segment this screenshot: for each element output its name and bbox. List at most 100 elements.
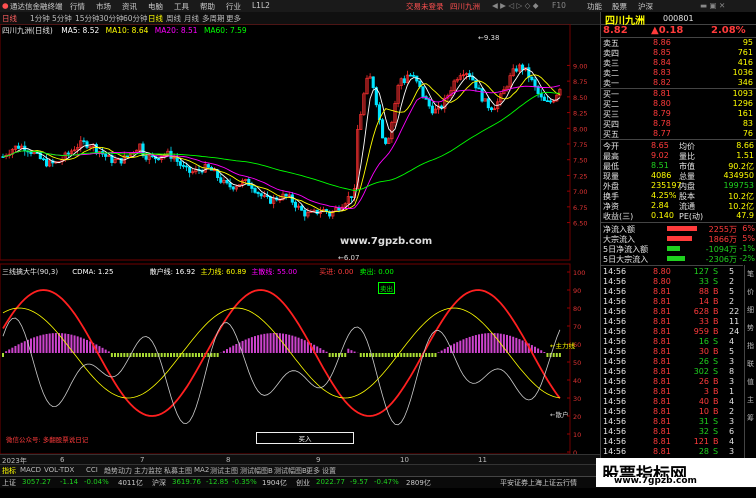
tab-ma2[interactable]: MA2 xyxy=(194,466,209,474)
menu-item-help[interactable]: 帮助 xyxy=(200,1,215,12)
ask-row[interactable]: 卖五 8.86 95 xyxy=(601,38,756,48)
tick-row: 14:56 8.81 10 B 2 xyxy=(601,407,743,417)
candle-body xyxy=(304,210,306,216)
period-day[interactable]: 日线 xyxy=(148,13,163,24)
candle-body xyxy=(546,101,548,102)
book-vol: 761 xyxy=(738,48,753,57)
period-day-back[interactable]: 日线 xyxy=(2,13,17,24)
ind-bar-pos xyxy=(108,351,110,353)
tick-time: 14:56 xyxy=(603,327,626,336)
tab-test-b1[interactable]: 测试幅图B xyxy=(240,466,273,476)
period-1min[interactable]: 1分钟 xyxy=(30,13,50,24)
tick-list[interactable]: 14:56 8.80 127 S 514:56 8.80 33 S 214:56… xyxy=(601,265,743,466)
bid-row[interactable]: 买一 8.81 1093 xyxy=(601,89,756,99)
stat-value-1: 235197 xyxy=(651,181,682,190)
ind-bar-neg xyxy=(431,353,433,357)
tick-tab[interactable]: 细 xyxy=(747,305,754,315)
period-60min[interactable]: 60分钟 xyxy=(123,13,148,24)
tick-time: 14:56 xyxy=(603,347,626,356)
menu-item-market[interactable]: 行情 xyxy=(70,1,85,12)
tick-tab[interactable]: 值 xyxy=(747,377,754,387)
tab-test-main[interactable]: 测试主图 xyxy=(210,466,238,476)
book-vol: 95 xyxy=(743,38,753,47)
period-multi[interactable]: 多周期 xyxy=(202,13,225,24)
top-right-stock[interactable]: 股票 xyxy=(612,1,627,12)
tick-tab[interactable]: 主 xyxy=(747,395,754,405)
login-status[interactable]: 交易未登录 xyxy=(406,1,444,12)
top-right-hs[interactable]: 沪深 xyxy=(638,1,653,12)
tick-price: 8.81 xyxy=(653,407,671,416)
window-controls-icon[interactable]: ▬ ▣ ✕ xyxy=(700,1,725,10)
f10-icon[interactable]: F10 xyxy=(552,1,566,10)
tick-tab[interactable]: 联 xyxy=(747,359,754,369)
tick-price: 8.81 xyxy=(653,297,671,306)
tick-side: S xyxy=(713,417,718,426)
tab-private[interactable]: 私募主图 xyxy=(164,466,192,476)
period-week[interactable]: 周线 xyxy=(166,13,181,24)
tab-settings[interactable]: 设置 xyxy=(322,466,336,476)
candle-body xyxy=(549,101,551,102)
tab-main-monitor[interactable]: 主力监控 xyxy=(134,466,162,476)
ind-bar-pos xyxy=(273,333,275,353)
candle-body xyxy=(251,185,253,188)
bid-row[interactable]: 买五 8.77 76 xyxy=(601,129,756,139)
nav-arrows-icon[interactable]: ◀ ▶ ◁ ▷ ◇ ◆ xyxy=(492,1,539,10)
period-5min[interactable]: 5分钟 xyxy=(52,13,72,24)
indicator-name[interactable]: 三线擒大牛(90,3) xyxy=(2,268,58,276)
tick-tab[interactable]: 势 xyxy=(747,323,754,333)
bid-row[interactable]: 买三 8.79 161 xyxy=(601,109,756,119)
price-axis-label: 7.25 xyxy=(573,172,587,180)
tick-count: 2 xyxy=(729,277,734,286)
period-30min[interactable]: 30分钟 xyxy=(99,13,124,24)
tick-price: 8.81 xyxy=(653,447,671,456)
chart-area[interactable]: 9.008.758.508.258.007.757.507.257.006.75… xyxy=(0,24,600,476)
menu-item-tools[interactable]: 工具 xyxy=(174,1,189,12)
ask-row[interactable]: 卖四 8.85 761 xyxy=(601,48,756,58)
ask-row[interactable]: 卖一 8.82 346 xyxy=(601,78,756,88)
menu-item-industry[interactable]: 行业 xyxy=(226,1,241,12)
tick-price: 8.81 xyxy=(653,417,671,426)
bid-row[interactable]: 买二 8.80 1296 xyxy=(601,99,756,109)
stat-value-2: 199753 xyxy=(723,181,754,190)
menu-item-exchange[interactable]: 市场 xyxy=(96,1,111,12)
ask-row[interactable]: 卖三 8.84 416 xyxy=(601,58,756,68)
book-price: 8.82 xyxy=(653,78,671,87)
tick-tab[interactable]: 筹 xyxy=(747,413,754,423)
menu-item-news[interactable]: 资讯 xyxy=(122,1,137,12)
menu-item-pc[interactable]: 电脑 xyxy=(148,1,163,12)
indicator-frame xyxy=(0,264,570,454)
ind-bar-pos xyxy=(14,346,16,353)
tick-side: B xyxy=(713,377,719,386)
bid-row[interactable]: 买四 8.78 83 xyxy=(601,119,756,129)
ind-bar-pos xyxy=(487,333,489,353)
ind-bar-pos xyxy=(36,336,38,353)
ask-row[interactable]: 卖二 8.83 1036 xyxy=(601,68,756,78)
tab-macd[interactable]: MACD xyxy=(20,466,41,474)
tick-vol: 30 xyxy=(685,347,709,356)
tab-indicator[interactable]: 指标 xyxy=(2,466,16,476)
candle-body xyxy=(403,79,405,83)
period-more[interactable]: 更多 xyxy=(226,13,241,24)
ind-bar-pos xyxy=(229,347,231,353)
candle-body xyxy=(83,141,85,142)
tick-tab[interactable]: 价 xyxy=(747,287,754,297)
tab-test-b2[interactable]: 测试幅图B xyxy=(274,466,307,476)
tick-tab[interactable]: 指 xyxy=(747,341,754,351)
candle-body xyxy=(176,158,178,162)
tab-cci[interactable]: CCI xyxy=(86,466,98,474)
ind-bar-pos xyxy=(86,340,88,353)
tab-trend[interactable]: 趋势动力 xyxy=(104,466,132,476)
period-month[interactable]: 月线 xyxy=(184,13,199,24)
main-line-side-label: ←主力线 xyxy=(550,340,575,350)
flow-label: 5日大宗流入 xyxy=(603,254,648,265)
candle-body xyxy=(104,154,106,156)
tab-more[interactable]: 更多 xyxy=(306,466,320,476)
menu-item-l1l2[interactable]: L1L2 xyxy=(252,1,270,10)
kline-svg[interactable]: 9.008.758.508.258.007.757.507.257.006.75… xyxy=(0,24,600,454)
period-15min[interactable]: 15分钟 xyxy=(75,13,100,24)
tick-tab[interactable]: 笔 xyxy=(747,269,754,279)
fund-flow-row: 净流入额 2255万 6% xyxy=(601,224,756,234)
tab-vol[interactable]: VOL-TDX xyxy=(44,466,74,474)
book-price: 8.80 xyxy=(653,99,671,108)
top-right-func[interactable]: 功能 xyxy=(587,1,602,12)
